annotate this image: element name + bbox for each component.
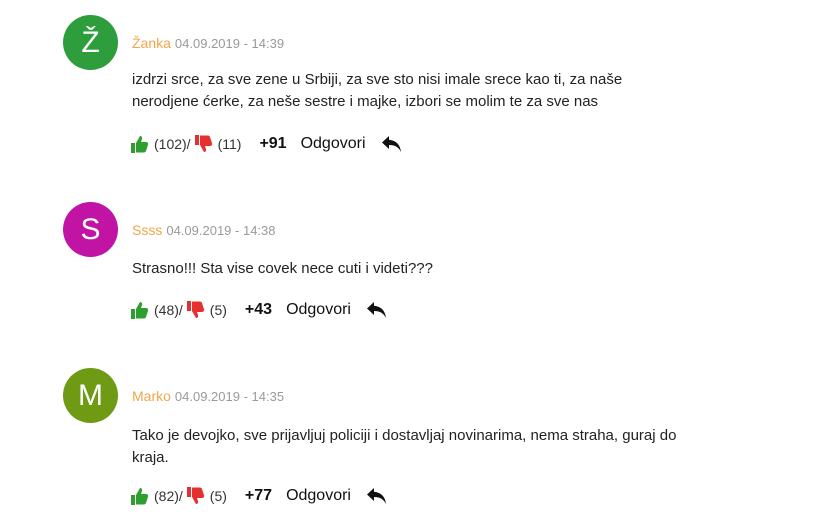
likes-count: (48)/: [154, 302, 183, 318]
comment: S Ssss 04.09.2019 - 14:38 Strasno!!! Sta …: [0, 202, 830, 332]
likes-count: (102)/: [154, 136, 191, 152]
dislikes-count: (11): [217, 136, 242, 152]
thumbs-up-icon[interactable]: [130, 300, 150, 320]
thumbs-up-icon[interactable]: [130, 486, 150, 506]
thumbs-up-icon[interactable]: [130, 134, 150, 154]
vote-score: +91: [259, 135, 287, 152]
reply-arrow-icon[interactable]: [365, 486, 389, 506]
avatar: Ž: [63, 15, 118, 70]
author-name: Ssss: [132, 222, 163, 238]
comment-date: 04.09.2019 - 14:38: [166, 223, 276, 238]
author-name: Žanka: [132, 35, 171, 51]
comment-meta: Ssss 04.09.2019 - 14:38: [132, 222, 276, 238]
comment-meta: Marko 04.09.2019 - 14:35: [132, 388, 284, 404]
author-name: Marko: [132, 388, 171, 404]
comment: M Marko 04.09.2019 - 14:35 Tako je devojk…: [0, 368, 830, 518]
dislikes-count: (5): [209, 488, 227, 504]
vote-score: +77: [244, 487, 273, 504]
comment: Ž Žanka 04.09.2019 - 14:39 izdrzi srce, z…: [0, 15, 830, 165]
thumbs-down-icon[interactable]: [194, 134, 214, 154]
comment-actions: (48)/ (5) +43 Odgovori: [130, 298, 389, 322]
comment-actions: (102)/ (11) +91 Odgovori: [130, 132, 404, 156]
dislikes-count: (5): [209, 302, 227, 318]
thumbs-down-icon[interactable]: [186, 300, 206, 320]
reply-button[interactable]: Odgovori: [286, 487, 351, 505]
reply-arrow-icon[interactable]: [380, 134, 404, 154]
reply-arrow-icon[interactable]: [365, 300, 389, 320]
comment-actions: (82)/ (5) +77 Odgovori: [130, 484, 389, 508]
comment-date: 04.09.2019 - 14:35: [174, 389, 285, 404]
vote-score: +43: [244, 301, 273, 318]
reply-button[interactable]: Odgovori: [301, 135, 366, 153]
comment-text: Strasno!!! Sta vise covek nece cuti i vi…: [132, 260, 433, 277]
comment-date: 04.09.2019 - 14:39: [174, 36, 285, 51]
avatar: M: [63, 368, 118, 423]
comment-text: Tako je devojko, sve prijavljuj policiji…: [132, 427, 677, 466]
comment-text: izdrzi srce, za sve zene u Srbiji, za sv…: [132, 71, 623, 110]
avatar: S: [63, 202, 118, 257]
comment-meta: Žanka 04.09.2019 - 14:39: [132, 35, 284, 51]
reply-button[interactable]: Odgovori: [286, 301, 351, 319]
likes-count: (82)/: [154, 488, 183, 504]
thumbs-down-icon[interactable]: [186, 486, 206, 506]
